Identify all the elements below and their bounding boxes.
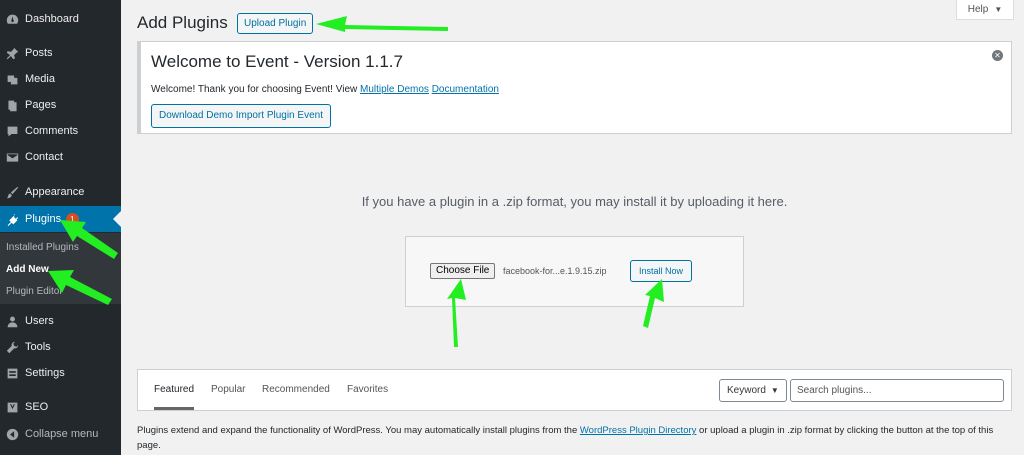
chevron-down-icon: ▼ xyxy=(770,386,779,395)
help-tab[interactable]: Help ▼ xyxy=(956,0,1014,20)
dashboard-icon xyxy=(5,12,19,26)
sidebar-item-pages[interactable]: Pages xyxy=(0,92,121,118)
sidebar-item-label: Comments xyxy=(25,125,79,137)
sidebar-item-label: Posts xyxy=(25,47,53,59)
selected-file-name: facebook-for...e.1.9.15.zip xyxy=(503,266,607,276)
sidebar-item-users[interactable]: Users xyxy=(0,308,121,334)
description-prefix: Plugins extend and expand the functional… xyxy=(137,425,580,436)
plugins-submenu: Installed Plugins Add New Plugin Editor xyxy=(0,233,121,304)
sidebar-item-dashboard[interactable]: Dashboard xyxy=(0,6,121,32)
welcome-notice: Welcome to Event - Version 1.1.7 Welcome… xyxy=(137,41,1012,134)
media-icon xyxy=(5,72,19,86)
seo-icon xyxy=(5,400,19,414)
sidebar-item-label: Plugins xyxy=(25,213,62,225)
wrench-icon xyxy=(5,340,19,354)
sidebar-item-label: Tools xyxy=(25,341,51,353)
documentation-link[interactable]: Documentation xyxy=(432,84,499,95)
sidebar-item-label: Settings xyxy=(25,367,65,379)
submenu-add-new[interactable]: Add New xyxy=(6,264,49,275)
plugins-description: Plugins extend and expand the functional… xyxy=(137,423,1012,453)
dismiss-icon[interactable]: ✕ xyxy=(992,50,1003,61)
tab-recommended[interactable]: Recommended xyxy=(262,384,330,395)
admin-sidebar: Dashboard Posts Media Pages Comments Con… xyxy=(0,0,121,455)
sidebar-item-media[interactable]: Media xyxy=(0,66,121,92)
sidebar-item-label: Pages xyxy=(25,99,57,111)
comment-icon xyxy=(5,124,19,138)
sidebar-item-label: Dashboard xyxy=(25,13,79,25)
sidebar-item-label: Users xyxy=(25,315,54,327)
plugin-filter-bar: Featured Popular Recommended Favorites K… xyxy=(137,369,1012,411)
arrow-to-upload-button xyxy=(316,16,448,32)
multiple-demos-link[interactable]: Multiple Demos xyxy=(360,84,429,95)
notice-text: Welcome! Thank you for choosing Event! V… xyxy=(151,84,499,95)
wordpress-plugin-directory-link[interactable]: WordPress Plugin Directory xyxy=(580,425,697,436)
notice-title: Welcome to Event - Version 1.1.7 xyxy=(151,52,403,71)
page-title: Add Plugins xyxy=(137,13,228,32)
sidebar-item-label: Collapse menu xyxy=(25,428,99,440)
install-now-button[interactable]: Install Now xyxy=(630,260,693,282)
search-plugins-input[interactable] xyxy=(790,379,1004,402)
mail-icon xyxy=(5,150,19,164)
submenu-plugin-editor[interactable]: Plugin Editor xyxy=(6,286,63,297)
sidebar-item-label: Media xyxy=(25,73,55,85)
pin-icon xyxy=(5,46,19,60)
sidebar-item-posts[interactable]: Posts xyxy=(0,40,121,66)
upload-instructions: If you have a plugin in a .zip format, y… xyxy=(361,194,788,209)
tab-popular[interactable]: Popular xyxy=(211,384,245,395)
caret-down-icon: ▼ xyxy=(994,5,1003,14)
upload-plugin-button[interactable]: Upload Plugin xyxy=(237,13,314,34)
search-type-value: Keyword xyxy=(727,385,766,396)
plugin-icon xyxy=(5,212,19,226)
choose-file-button[interactable]: Choose File xyxy=(430,263,496,279)
user-icon xyxy=(5,314,19,328)
sidebar-item-label: Contact xyxy=(25,151,63,163)
sidebar-item-plugins[interactable]: Plugins 1 xyxy=(0,206,121,232)
tab-favorites[interactable]: Favorites xyxy=(347,384,388,395)
collapse-menu-button[interactable]: Collapse menu xyxy=(0,421,121,447)
download-demo-import-button[interactable]: Download Demo Import Plugin Event xyxy=(151,104,331,128)
sidebar-item-settings[interactable]: Settings xyxy=(0,360,121,386)
notice-text-prefix: Welcome! Thank you for choosing Event! V… xyxy=(151,84,360,95)
sidebar-item-seo[interactable]: SEO xyxy=(0,394,121,420)
sidebar-item-label: SEO xyxy=(25,401,49,413)
upload-form: Choose File facebook-for...e.1.9.15.zip … xyxy=(405,236,744,307)
sidebar-item-tools[interactable]: Tools xyxy=(0,334,121,360)
search-type-select[interactable]: Keyword ▼ xyxy=(719,379,787,402)
update-count-badge: 1 xyxy=(66,212,79,226)
tab-featured[interactable]: Featured xyxy=(154,384,195,410)
sidebar-item-contact[interactable]: Contact xyxy=(0,144,121,170)
pages-icon xyxy=(5,98,19,112)
sidebar-item-comments[interactable]: Comments xyxy=(0,118,121,144)
submenu-installed-plugins[interactable]: Installed Plugins xyxy=(6,242,79,253)
help-label: Help xyxy=(967,4,989,15)
collapse-icon xyxy=(5,427,19,441)
settings-icon xyxy=(5,366,19,380)
